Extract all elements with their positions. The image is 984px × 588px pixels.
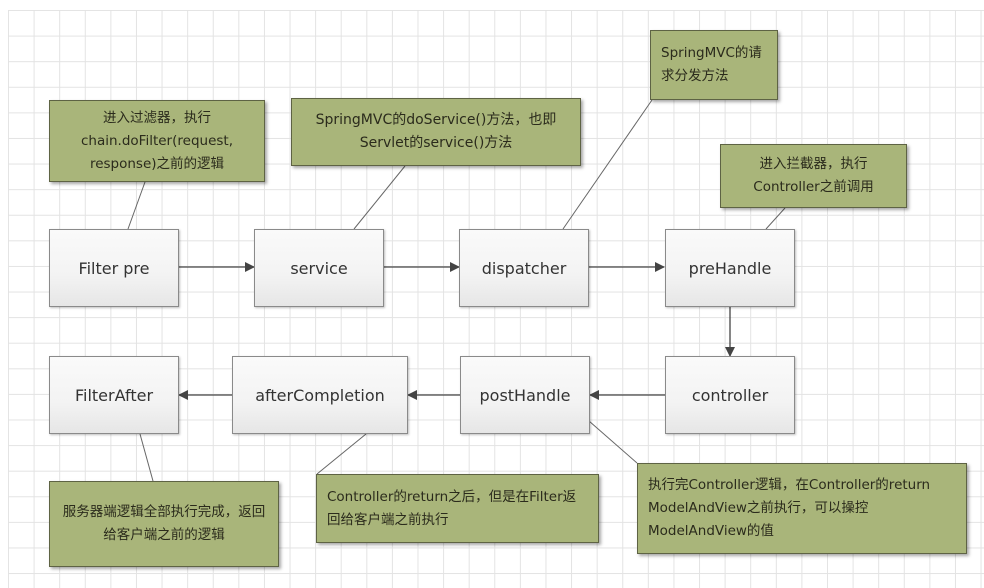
leader-filterafter [139, 433, 154, 482]
note-service: SpringMVC的doService()方法，也即Servlet的servic… [291, 98, 581, 166]
leader-prehandle [765, 207, 786, 230]
note-text: 进入过滤器，执行chain.doFilter(request, response… [81, 109, 233, 172]
leader-aftercompletion [316, 433, 367, 475]
node-label: Filter pre [78, 258, 150, 278]
node-label: service [290, 258, 348, 278]
note-filter-pre: 进入过滤器，执行chain.doFilter(request, response… [49, 100, 265, 182]
node-filterafter: FilterAfter [49, 356, 179, 434]
note-prehandle: 进入拦截器，执行Controller之前调用 [720, 144, 907, 208]
node-posthandle: postHandle [460, 356, 590, 434]
node-prehandle: preHandle [665, 229, 795, 307]
note-aftercompletion: Controller的return之后，但是在Filter返回给客户端之前执行 [316, 474, 599, 543]
node-label: postHandle [479, 385, 571, 405]
note-text: 进入拦截器，执行Controller之前调用 [753, 156, 874, 195]
note-posthandle: 执行完Controller逻辑，在Controller的return Model… [637, 463, 967, 554]
note-text: 执行完Controller逻辑，在Controller的return Model… [648, 477, 931, 539]
node-dispatcher: dispatcher [459, 229, 589, 307]
note-text: 服务器端逻辑全部执行完成，返回给客户端之前的逻辑 [62, 504, 266, 543]
node-label: FilterAfter [74, 385, 154, 405]
node-controller: controller [665, 356, 795, 434]
node-label: preHandle [688, 258, 772, 278]
node-label: afterCompletion [255, 385, 385, 405]
leader-service [353, 165, 406, 230]
node-label: controller [691, 385, 769, 405]
note-text: SpringMVC的请求分发方法 [661, 45, 762, 84]
node-service: service [254, 229, 384, 307]
node-filter-pre: Filter pre [49, 229, 179, 307]
leader-filter-pre [127, 181, 146, 230]
note-dispatcher: SpringMVC的请求分发方法 [650, 30, 778, 100]
node-label: dispatcher [481, 258, 567, 278]
note-filterafter: 服务器端逻辑全部执行完成，返回给客户端之前的逻辑 [49, 481, 279, 567]
note-text: SpringMVC的doService()方法，也即Servlet的servic… [315, 112, 557, 151]
leader-posthandle [588, 420, 638, 464]
note-text: Controller的return之后，但是在Filter返回给客户端之前执行 [327, 488, 577, 528]
node-aftercompletion: afterCompletion [232, 356, 408, 434]
